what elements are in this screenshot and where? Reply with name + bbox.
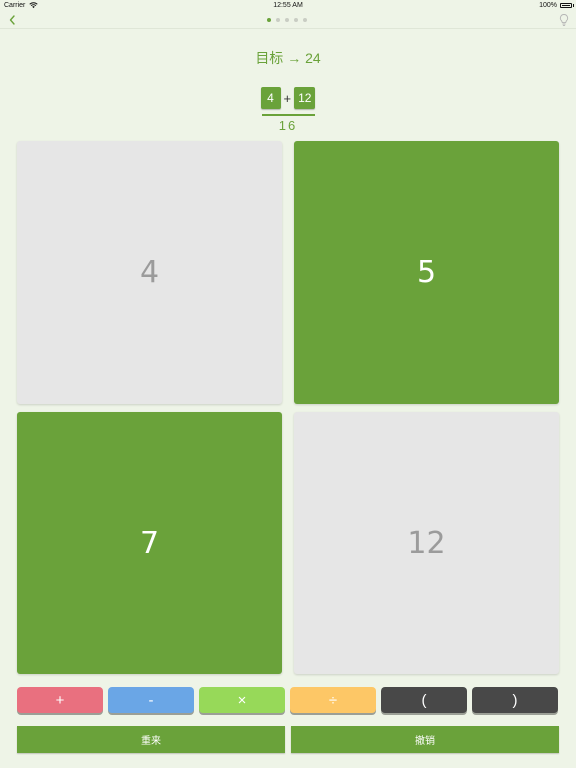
expression-right-operand[interactable]: 12 [294, 87, 316, 109]
open-paren-button[interactable]: ( [381, 687, 467, 713]
expression-operator: + [283, 90, 292, 106]
number-card-4[interactable]: 12 [294, 412, 559, 674]
undo-button[interactable]: 撤销 [291, 726, 559, 753]
page-dot-3[interactable] [285, 18, 289, 22]
expression-left-operand[interactable]: 4 [260, 87, 281, 109]
battery-percent: 100% [539, 2, 557, 9]
page-dot-1[interactable] [267, 18, 271, 22]
battery-icon [560, 3, 572, 8]
number-card-3[interactable]: 7 [17, 412, 282, 674]
expression-divider [262, 114, 315, 116]
close-paren-button[interactable]: ) [472, 687, 558, 713]
lightbulb-icon[interactable] [558, 13, 570, 27]
status-bar: Carrier 12:55 AM 100% [0, 0, 576, 12]
page-indicator [267, 18, 307, 22]
chevron-left-icon[interactable] [6, 13, 20, 27]
battery-tip [573, 4, 574, 7]
goal-label: 目标 → 24 [255, 50, 321, 66]
page-dot-4[interactable] [294, 18, 298, 22]
clock: 12:55 AM [273, 2, 303, 9]
number-card-2[interactable]: 5 [294, 141, 559, 404]
multiply-button[interactable]: × [199, 687, 285, 713]
add-button[interactable]: + [17, 687, 103, 713]
expression: 4 + 12 [0, 87, 576, 109]
number-card-1[interactable]: 4 [17, 141, 282, 404]
divide-button[interactable]: ÷ [290, 687, 376, 713]
subtract-button[interactable]: - [108, 687, 194, 713]
page-dot-2[interactable] [276, 18, 280, 22]
navigation-bar [0, 12, 576, 29]
expression-result: 16 [278, 118, 298, 133]
page-dot-5[interactable] [303, 18, 307, 22]
reset-button[interactable]: 重来 [17, 726, 285, 753]
